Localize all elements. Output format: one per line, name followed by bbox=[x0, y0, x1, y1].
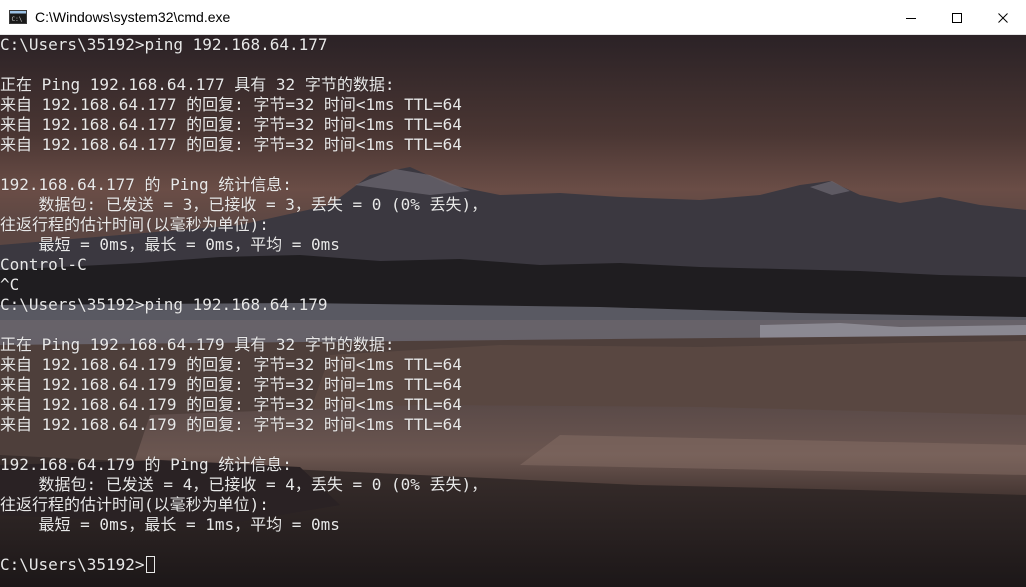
cmd-icon: C:\ bbox=[9, 10, 27, 24]
window-title: C:\Windows\system32\cmd.exe bbox=[35, 9, 231, 25]
console-line: 来自 192.168.64.179 的回复: 字节=32 时间=1ms TTL=… bbox=[0, 375, 462, 394]
svg-text:C:\: C:\ bbox=[12, 16, 23, 23]
cmd-window: C:\ C:\Windows\system32\cmd.exe C:\Users… bbox=[0, 0, 1026, 587]
close-button[interactable] bbox=[980, 0, 1026, 35]
maximize-button[interactable] bbox=[934, 0, 980, 35]
console-line: 最短 = 0ms，最长 = 0ms，平均 = 0ms bbox=[0, 235, 340, 254]
console-line: 192.168.64.179 的 Ping 统计信息: bbox=[0, 455, 292, 474]
console-line: 数据包: 已发送 = 4，已接收 = 4，丢失 = 0 (0% 丢失)， bbox=[0, 475, 488, 494]
console-line: C:\Users\35192>ping 192.168.64.177 bbox=[0, 35, 328, 54]
console-line: 正在 Ping 192.168.64.179 具有 32 字节的数据: bbox=[0, 335, 395, 354]
close-icon bbox=[998, 12, 1008, 23]
prompt-text: C:\Users\35192> bbox=[0, 555, 145, 574]
console-line: 正在 Ping 192.168.64.177 具有 32 字节的数据: bbox=[0, 75, 395, 94]
minimize-icon bbox=[906, 17, 916, 19]
minimize-button[interactable] bbox=[888, 0, 934, 35]
title-bar[interactable]: C:\ C:\Windows\system32\cmd.exe bbox=[0, 0, 1026, 35]
console-line: 来自 192.168.64.179 的回复: 字节=32 时间<1ms TTL=… bbox=[0, 395, 462, 414]
console-line: 来自 192.168.64.177 的回复: 字节=32 时间<1ms TTL=… bbox=[0, 95, 462, 114]
console-line: 来自 192.168.64.177 的回复: 字节=32 时间<1ms TTL=… bbox=[0, 135, 462, 154]
text-cursor bbox=[145, 556, 155, 573]
console-line: ^C bbox=[0, 275, 20, 294]
console-line: 来自 192.168.64.177 的回复: 字节=32 时间<1ms TTL=… bbox=[0, 115, 462, 134]
console-line: 来自 192.168.64.179 的回复: 字节=32 时间<1ms TTL=… bbox=[0, 415, 462, 434]
console-line: 往返行程的估计时间(以毫秒为单位): bbox=[0, 495, 269, 514]
console-line: 来自 192.168.64.179 的回复: 字节=32 时间<1ms TTL=… bbox=[0, 355, 462, 374]
maximize-icon bbox=[952, 12, 962, 23]
console-line: 192.168.64.177 的 Ping 统计信息: bbox=[0, 175, 292, 194]
console-line: 往返行程的估计时间(以毫秒为单位): bbox=[0, 215, 269, 234]
console-output: C:\Users\35192>ping 192.168.64.177 正在 Pi… bbox=[0, 35, 1026, 575]
console-line: C:\Users\35192>ping 192.168.64.179 bbox=[0, 295, 328, 314]
console-area[interactable]: C:\Users\35192>ping 192.168.64.177 正在 Pi… bbox=[0, 35, 1026, 587]
window-controls bbox=[888, 0, 1026, 35]
console-line: Control-C bbox=[0, 255, 87, 274]
prompt-line[interactable]: C:\Users\35192> bbox=[0, 555, 1026, 575]
console-line: 数据包: 已发送 = 3，已接收 = 3，丢失 = 0 (0% 丢失)， bbox=[0, 195, 488, 214]
console-line: 最短 = 0ms，最长 = 1ms，平均 = 0ms bbox=[0, 515, 340, 534]
